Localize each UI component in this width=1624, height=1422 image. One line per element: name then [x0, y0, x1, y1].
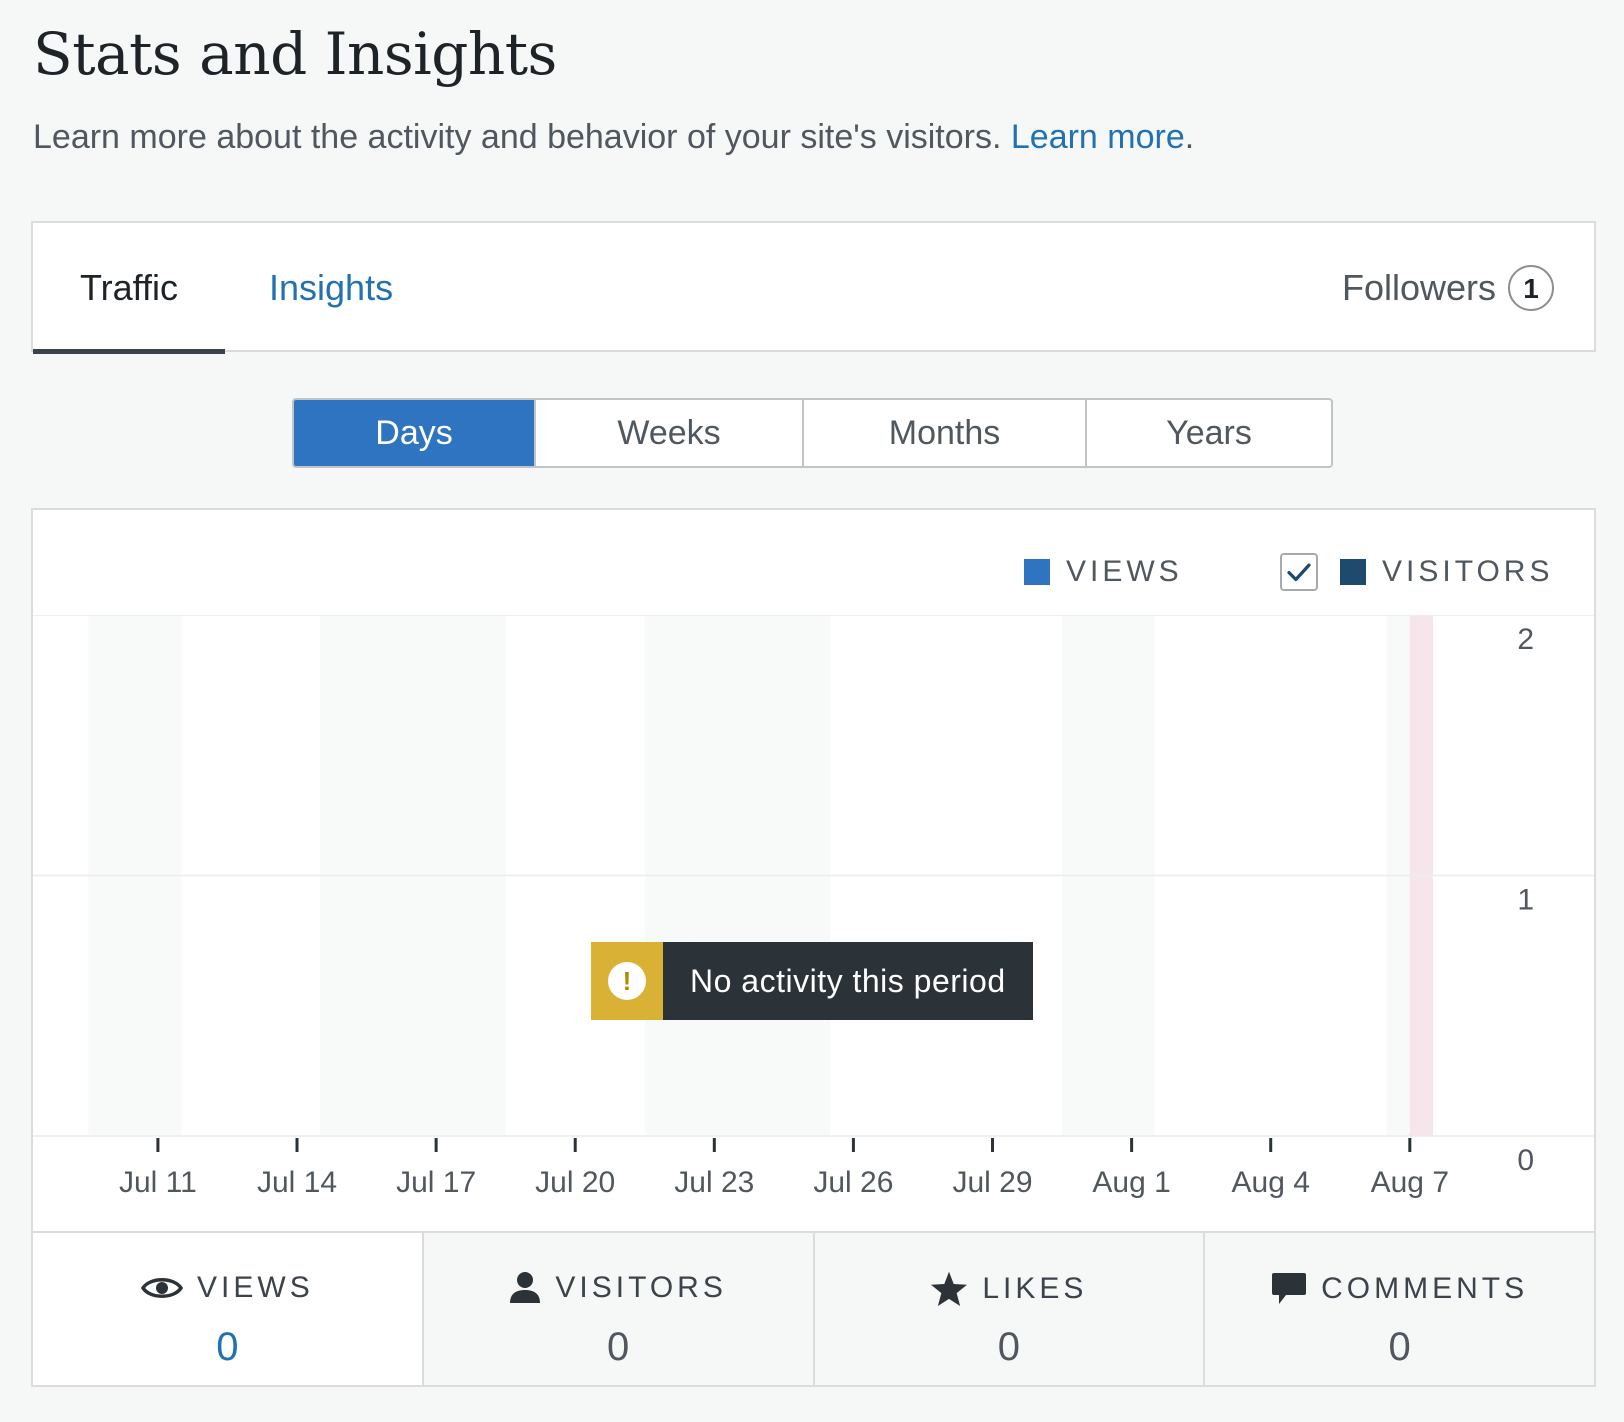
period-days-button[interactable]: Days [294, 400, 534, 466]
visitors-color-swatch [1340, 559, 1366, 585]
summary-tabs: VIEWS 0 VISITORS 0 LIKES 0 COMMENTS 0 [33, 1231, 1594, 1385]
subtitle-text: Learn more about the activity and behavi… [33, 118, 1002, 156]
chart-card: VIEWS VISITORS 2 1 0 Jul 11 Jul 14 Jul 17 Jul … [31, 508, 1596, 1387]
tab-insights[interactable]: Insights [269, 223, 393, 352]
section-nav: Traffic Insights Followers 1 [31, 221, 1596, 354]
tab-traffic[interactable]: Traffic [33, 223, 225, 354]
legend-views-label: VIEWS [1066, 555, 1183, 588]
period-selector: Days Weeks Months Years [292, 398, 1333, 468]
period-months-button[interactable]: Months [802, 400, 1085, 466]
visitors-checkbox[interactable] [1280, 553, 1318, 591]
no-activity-notice: ! No activity this period [591, 942, 1033, 1020]
summary-likes-value: 0 [997, 1325, 1020, 1369]
x-tick-label: Jul 20 [535, 1166, 615, 1199]
chart-svg: 2 1 0 Jul 11 Jul 14 Jul 17 Jul 20 Jul 23 Jul 26 J… [33, 615, 1594, 1199]
summary-likes-label-row: LIKES [815, 1271, 1204, 1307]
x-tick-label: Jul 26 [813, 1166, 893, 1199]
subtitle-period: . [1184, 118, 1195, 156]
x-tick-label: Jul 14 [257, 1166, 337, 1199]
followers-count-badge: 1 [1508, 264, 1554, 311]
notice-icon-box: ! [591, 942, 663, 1020]
legend-views: VIEWS [1024, 542, 1183, 602]
summary-views-label-row: VIEWS [33, 1271, 422, 1305]
checkmark-icon [1287, 563, 1311, 582]
summary-comments-label: COMMENTS [1321, 1272, 1529, 1305]
legend-visitors-label: VISITORS [1382, 555, 1554, 588]
period-weeks-button[interactable]: Weeks [534, 400, 802, 466]
warning-icon: ! [608, 962, 646, 1000]
chart-legend: VIEWS VISITORS [33, 542, 1594, 602]
x-tick-label: Jul 23 [674, 1166, 754, 1199]
summary-likes-label: LIKES [982, 1272, 1088, 1305]
summary-tab-comments[interactable]: COMMENTS 0 [1203, 1233, 1594, 1385]
summary-views-label: VIEWS [197, 1271, 314, 1304]
summary-tab-likes[interactable]: LIKES 0 [812, 1233, 1204, 1385]
learn-more-link[interactable]: Learn more [1011, 118, 1185, 156]
x-tick-label: Jul 29 [952, 1166, 1032, 1199]
summary-visitors-value: 0 [607, 1325, 630, 1369]
person-icon [510, 1272, 541, 1303]
y-tick-label: 0 [1517, 1144, 1534, 1177]
page-title: Stats and Insights [33, 20, 557, 88]
comment-icon [1272, 1273, 1307, 1304]
x-tick-label: Jul 11 [119, 1166, 197, 1199]
x-tick-label: Aug 4 [1232, 1166, 1310, 1199]
x-tick-label: Jul 17 [396, 1166, 476, 1199]
followers-link[interactable]: Followers 1 [1342, 223, 1554, 352]
summary-visitors-label: VISITORS [555, 1271, 727, 1304]
y-tick-label: 2 [1517, 623, 1534, 656]
page-subtitle: Learn more about the activity and behavi… [33, 118, 1194, 157]
period-years-button[interactable]: Years [1085, 400, 1331, 466]
summary-comments-label-row: COMMENTS [1205, 1271, 1594, 1307]
summary-tab-visitors[interactable]: VISITORS 0 [421, 1233, 813, 1385]
followers-label: Followers [1341, 267, 1496, 308]
x-tick-label: Aug 7 [1371, 1166, 1449, 1199]
chart-plot: 2 1 0 Jul 11 Jul 14 Jul 17 Jul 20 Jul 23 Jul 26 J… [33, 615, 1594, 1199]
summary-comments-value: 0 [1388, 1325, 1411, 1369]
legend-visitors: VISITORS [1280, 542, 1553, 602]
summary-tab-views[interactable]: VIEWS 0 [33, 1233, 422, 1385]
star-icon [931, 1271, 968, 1307]
views-color-swatch [1024, 559, 1050, 585]
summary-visitors-label-row: VISITORS [424, 1271, 813, 1305]
x-tick-label: Aug 1 [1092, 1166, 1170, 1199]
y-tick-label: 1 [1517, 884, 1534, 917]
summary-views-value: 0 [216, 1325, 239, 1369]
no-activity-text: No activity this period [690, 963, 1006, 999]
eye-icon [141, 1278, 184, 1298]
